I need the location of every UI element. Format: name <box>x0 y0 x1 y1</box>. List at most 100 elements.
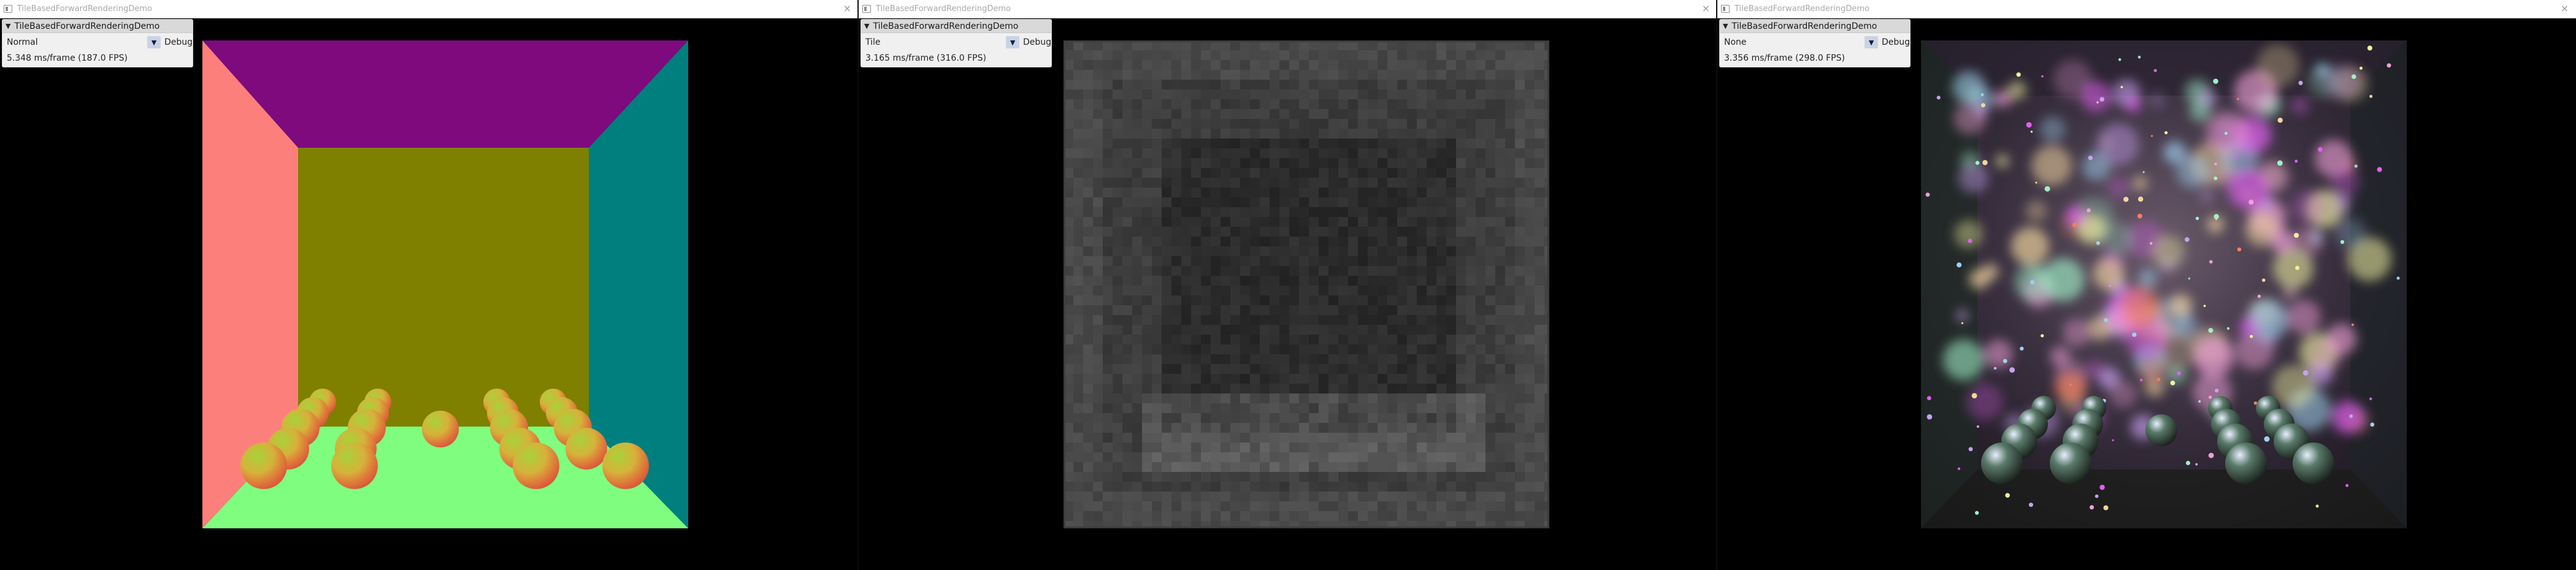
tile-cell <box>1171 413 1181 423</box>
light-blob <box>2228 169 2269 210</box>
tile-cell <box>1378 374 1387 384</box>
close-icon[interactable]: × <box>843 4 851 13</box>
tile-cell <box>1142 482 1152 492</box>
close-icon[interactable]: × <box>1702 4 1710 13</box>
tile-cell <box>1525 452 1535 462</box>
tile-cell <box>1515 325 1525 335</box>
tile-cell <box>1171 492 1181 501</box>
render-viewport[interactable] <box>1064 40 1549 528</box>
tile-cell <box>1505 148 1515 158</box>
tile-cell <box>1083 423 1093 433</box>
close-icon[interactable]: × <box>2561 4 2569 13</box>
tile-cell <box>1456 443 1466 452</box>
tile-cell <box>1417 393 1427 403</box>
collapse-icon[interactable]: ▼ <box>864 22 869 30</box>
tile-cell <box>1230 217 1240 227</box>
tile-cell <box>1387 70 1397 80</box>
tile-cell <box>1279 197 1289 207</box>
tile-cell <box>1319 403 1328 413</box>
debug-mode-select[interactable]: Tile <box>865 35 1006 50</box>
tile-cell <box>1171 423 1181 433</box>
window-titlebar[interactable]: TileBasedForwardRenderingDemo × <box>1717 0 2576 18</box>
tile-cell <box>1427 482 1436 492</box>
tile-cell <box>1230 384 1240 393</box>
tile-cell <box>1358 354 1368 364</box>
tile-cell <box>1368 325 1378 335</box>
tile-cell <box>1417 374 1427 384</box>
tile-cell <box>1083 305 1093 315</box>
tile-cell <box>1338 286 1348 295</box>
tile-cell <box>1201 80 1211 89</box>
tile-cell <box>1407 511 1417 521</box>
panel-header[interactable]: ▼ TileBasedForwardRenderingDemo <box>1720 20 1910 33</box>
demo-window-none: TileBasedForwardRenderingDemo × ▼ TileBa… <box>1717 0 2576 570</box>
render-viewport[interactable] <box>1921 40 2407 528</box>
debug-mode-select[interactable]: None <box>1724 35 1865 50</box>
tile-cell <box>1260 482 1270 492</box>
tile-cell <box>1191 305 1201 315</box>
chevron-down-icon[interactable]: ▼ <box>1865 36 1878 48</box>
tile-cell <box>1299 354 1309 364</box>
tile-cell <box>1397 276 1407 286</box>
tile-cell <box>1466 413 1476 423</box>
tile-cell <box>1230 286 1240 295</box>
tile-cell <box>1319 80 1328 89</box>
debug-mode-select[interactable]: Normal <box>7 35 148 50</box>
tile-cell <box>1240 305 1250 315</box>
tile-cell <box>1338 462 1348 472</box>
tile-cell <box>1221 148 1230 158</box>
tile-cell <box>1289 129 1299 139</box>
collapse-icon[interactable]: ▼ <box>1723 22 1728 30</box>
panel-header[interactable]: ▼ TileBasedForwardRenderingDemo <box>861 20 1051 33</box>
tile-cell <box>1446 119 1456 129</box>
tile-cell <box>1230 335 1240 344</box>
tile-cell <box>1476 335 1485 344</box>
tile-cell <box>1093 158 1103 168</box>
tile-cell <box>1417 433 1427 443</box>
tile-cell <box>1525 295 1535 305</box>
tile-cell <box>1466 266 1476 276</box>
collapse-icon[interactable]: ▼ <box>6 22 10 30</box>
chevron-down-icon[interactable]: ▼ <box>147 36 161 48</box>
tile-cell <box>1299 374 1309 384</box>
render-viewport[interactable] <box>202 40 688 528</box>
tile-cell <box>1113 60 1122 70</box>
tile-cell <box>1466 335 1476 344</box>
tile-cell <box>1093 501 1103 511</box>
light-point <box>2087 208 2091 213</box>
tile-cell <box>1446 89 1456 99</box>
tile-cell <box>1535 178 1544 188</box>
tile-cell <box>1240 452 1250 462</box>
tile-cell <box>1319 433 1328 443</box>
tile-cell <box>1162 256 1171 266</box>
tile-cell <box>1378 492 1387 501</box>
tile-cell <box>1319 129 1328 139</box>
tile-cell <box>1211 129 1221 139</box>
light-point <box>1974 511 1979 515</box>
window-titlebar[interactable]: TileBasedForwardRenderingDemo × <box>859 0 1717 18</box>
tile-cell <box>1427 148 1436 158</box>
tile-cell <box>1338 256 1348 266</box>
light-blob <box>2331 400 2364 434</box>
tile-cell <box>1378 256 1387 266</box>
tile-cell <box>1279 99 1289 109</box>
debug-combo-row: None ▼ Debug <box>1720 33 1910 51</box>
panel-header[interactable]: ▼ TileBasedForwardRenderingDemo <box>2 20 193 33</box>
tile-cell <box>1427 344 1436 354</box>
tile-cell <box>1505 70 1515 80</box>
window-titlebar[interactable]: TileBasedForwardRenderingDemo × <box>0 0 859 18</box>
tile-cell <box>1407 119 1417 129</box>
light-point <box>2294 232 2299 238</box>
chevron-down-icon[interactable]: ▼ <box>1006 36 1019 48</box>
tile-cell <box>1142 492 1152 501</box>
tile-cell <box>1103 276 1113 286</box>
tile-cell <box>1299 325 1309 335</box>
tile-cell <box>1103 139 1113 148</box>
tile-cell <box>1073 364 1083 374</box>
tile-cell <box>1436 158 1446 168</box>
tile-cell <box>1476 501 1485 511</box>
tile-cell <box>1299 492 1309 501</box>
tile-cell <box>1515 482 1525 492</box>
tile-cell <box>1132 70 1142 80</box>
tile-cell <box>1142 237 1152 246</box>
